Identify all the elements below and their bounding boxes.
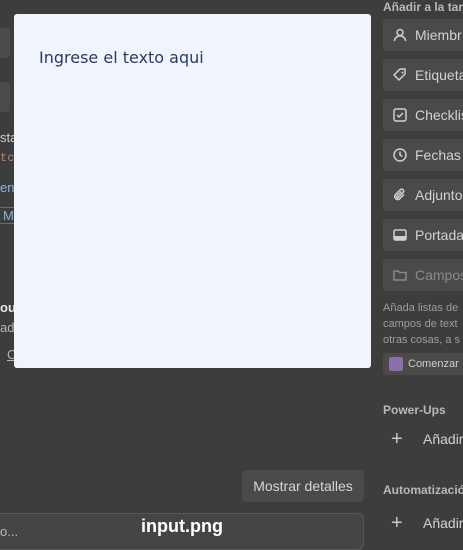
custom-fields-note: Añada listas de campos de text otras cos… <box>383 300 460 348</box>
briefcase-icon <box>389 357 403 371</box>
add-powerup-button[interactable]: + Añadir P <box>383 429 463 449</box>
text-input-modal[interactable]: Ingrese el texto aqui <box>14 14 371 368</box>
dates-button[interactable]: Fechas <box>383 139 463 171</box>
checkbox-icon <box>391 106 409 124</box>
paperclip-icon <box>391 186 409 204</box>
start-trial-button[interactable]: Comenzar <box>383 353 463 375</box>
tag-icon <box>391 66 409 84</box>
show-details-button[interactable]: Mostrar detalles <box>242 470 364 502</box>
start-trial-label: Comenzar <box>408 358 459 370</box>
members-button[interactable]: Miembr <box>383 19 463 51</box>
image-caption: input.png <box>141 516 223 536</box>
add-automation-button[interactable]: + Añadir I <box>383 513 463 533</box>
cover-label: Portada <box>415 227 463 243</box>
custom-fields-label: Campos <box>415 267 463 283</box>
note-line: campos de text <box>383 318 458 330</box>
plus-icon: + <box>391 512 403 534</box>
background-block <box>0 82 10 112</box>
add-to-card-heading: Añadir a la tarj <box>383 0 463 14</box>
note-line: otras cosas, a s <box>383 334 461 346</box>
custom-fields-button[interactable]: Campos <box>383 259 463 291</box>
folder-icon <box>391 266 409 284</box>
clock-icon <box>391 146 409 164</box>
card-sidebar: Añadir a la tarj Miembr Etiqueta Checkli… <box>383 0 463 550</box>
modal-text-input[interactable]: Ingrese el texto aqui <box>39 48 204 67</box>
attachment-label: Adjunto <box>415 187 463 203</box>
labels-button[interactable]: Etiqueta <box>383 59 463 91</box>
note-line: Añada listas de <box>383 302 459 314</box>
person-icon <box>391 26 409 44</box>
add-powerup-label: Añadir P <box>423 431 463 447</box>
add-automation-label: Añadir I <box>423 515 463 531</box>
background-text-fragment: ad <box>0 320 15 335</box>
attachment-button[interactable]: Adjunto <box>383 179 463 211</box>
dates-label: Fechas <box>415 147 461 163</box>
cover-button[interactable]: Portada <box>383 219 463 251</box>
checklist-button[interactable]: Checklis <box>383 99 463 131</box>
background-block <box>0 28 10 58</box>
cover-icon <box>391 226 409 244</box>
labels-label: Etiqueta <box>415 67 463 83</box>
members-label: Miembr <box>415 27 462 43</box>
checklist-label: Checklis <box>415 107 463 123</box>
plus-icon: + <box>391 428 403 450</box>
powerups-heading: Power-Ups <box>383 403 446 417</box>
automation-heading: Automatizació <box>383 483 463 497</box>
